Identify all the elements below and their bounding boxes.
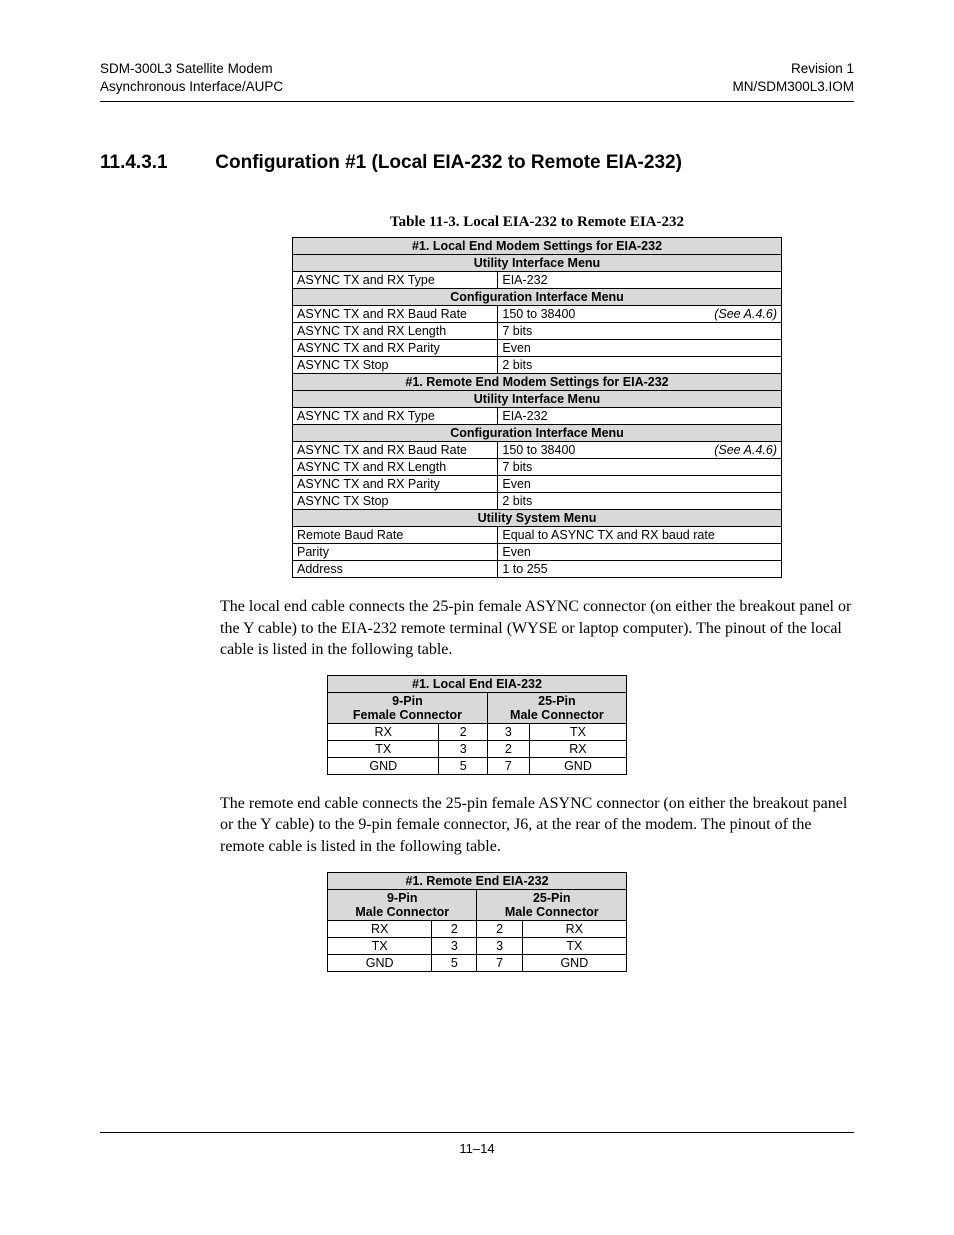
- paragraph-2: The remote end cable connects the 25-pin…: [220, 793, 854, 858]
- pinout1-25pin-header: 25-PinMale Connector: [487, 692, 626, 723]
- settings-header-6: Configuration Interface Menu: [293, 425, 782, 442]
- settings-header-5: Utility Interface Menu: [293, 391, 782, 408]
- table-row: ASYNC TX and RX Baud Rate150 to 38400(Se…: [293, 442, 782, 459]
- table-row: Address1 to 255: [293, 561, 782, 578]
- section-title: Configuration #1 (Local EIA-232 to Remot…: [215, 152, 682, 173]
- pinout-table-remote: #1. Remote End EIA-232 9-PinMale Connect…: [327, 872, 627, 972]
- header-left-1: SDM-300L3 Satellite Modem: [100, 60, 283, 78]
- table-row: Remote Baud RateEqual to ASYNC TX and RX…: [293, 527, 782, 544]
- section-number: 11.4.3.1: [100, 152, 210, 174]
- pinout1-9pin-header: 9-PinFemale Connector: [328, 692, 488, 723]
- pinout-table-local: #1. Local End EIA-232 9-PinFemale Connec…: [327, 675, 627, 775]
- table-row: ParityEven: [293, 544, 782, 561]
- header-right: Revision 1 MN/SDM300L3.IOM: [732, 60, 854, 95]
- settings-header-3: Configuration Interface Menu: [293, 289, 782, 306]
- settings-table: #1. Local End Modem Settings for EIA-232…: [292, 237, 782, 578]
- table-row: ASYNC TX and RX Baud Rate150 to 38400(Se…: [293, 306, 782, 323]
- page-footer: 11–14: [100, 1132, 854, 1156]
- settings-header-1: #1. Local End Modem Settings for EIA-232: [293, 238, 782, 255]
- section-heading: 11.4.3.1 Configuration #1 (Local EIA-232…: [100, 152, 854, 174]
- header-right-2: MN/SDM300L3.IOM: [732, 78, 854, 96]
- paragraph-1: The local end cable connects the 25-pin …: [220, 596, 854, 661]
- pinout2-25pin-header: 25-PinMale Connector: [477, 889, 627, 920]
- pinout2-9pin-header: 9-PinMale Connector: [328, 889, 477, 920]
- table-row: RX22RX: [328, 920, 627, 937]
- table-row: ASYNC TX and RX Length7 bits: [293, 459, 782, 476]
- header-right-1: Revision 1: [732, 60, 854, 78]
- table-row: ASYNC TX and RX Length7 bits: [293, 323, 782, 340]
- settings-header-7: Utility System Menu: [293, 510, 782, 527]
- table-row: ASYNC TX Stop2 bits: [293, 357, 782, 374]
- settings-header-2: Utility Interface Menu: [293, 255, 782, 272]
- settings-header-4: #1. Remote End Modem Settings for EIA-23…: [293, 374, 782, 391]
- table-row: ASYNC TX and RX ParityEven: [293, 476, 782, 493]
- pinout1-title: #1. Local End EIA-232: [328, 675, 627, 692]
- table-row: TX32RX: [328, 740, 627, 757]
- header-rule: [100, 101, 854, 102]
- table-row: GND57GND: [328, 954, 627, 971]
- table-row: ASYNC TX Stop2 bits: [293, 493, 782, 510]
- table-row: RX23TX: [328, 723, 627, 740]
- table-row: ASYNC TX and RX TypeEIA-232: [293, 408, 782, 425]
- header-left-2: Asynchronous Interface/AUPC: [100, 78, 283, 96]
- table-row: GND57GND: [328, 757, 627, 774]
- table-row: TX33TX: [328, 937, 627, 954]
- header-left: SDM-300L3 Satellite Modem Asynchronous I…: [100, 60, 283, 95]
- table-caption: Table 11-3. Local EIA-232 to Remote EIA-…: [220, 214, 854, 231]
- page-header: SDM-300L3 Satellite Modem Asynchronous I…: [100, 60, 854, 95]
- table-row: ASYNC TX and RX ParityEven: [293, 340, 782, 357]
- table-row: ASYNC TX and RX TypeEIA-232: [293, 272, 782, 289]
- pinout2-title: #1. Remote End EIA-232: [328, 872, 627, 889]
